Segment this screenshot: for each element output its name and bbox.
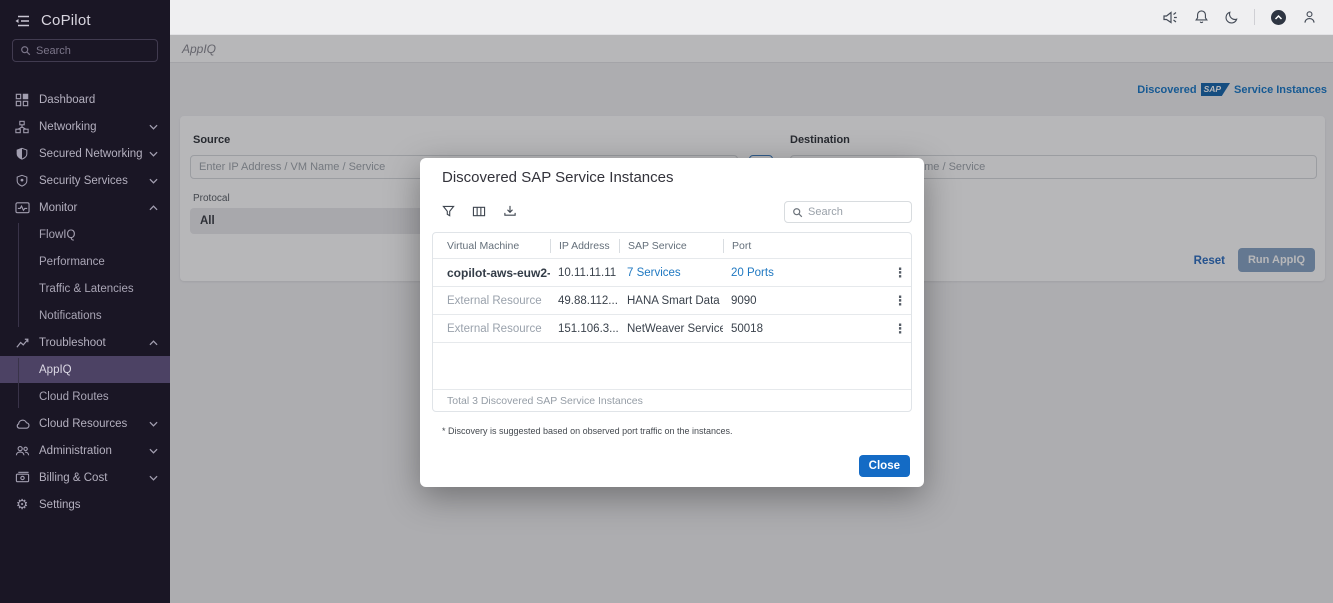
sap-service: HANA Smart Data Streaming <box>619 295 723 307</box>
close-button[interactable]: Close <box>859 455 910 477</box>
dashboard-icon <box>14 92 30 108</box>
troubleshoot-icon <box>14 335 30 351</box>
table-header-row: Virtual Machine IP Address SAP Service P… <box>433 233 911 259</box>
sidebar-item-performance[interactable]: Performance <box>0 248 170 275</box>
troubleshoot-subgroup: AppIQ Cloud Routes <box>0 356 170 410</box>
monitor-subgroup: FlowIQ Performance Traffic & Latencies N… <box>0 221 170 329</box>
sidebar-item-appiq[interactable]: AppIQ <box>0 356 170 383</box>
row-menu-icon[interactable]: ⋮ <box>889 322 911 335</box>
sidebar-item-secured-networking[interactable]: Secured Networking <box>0 140 170 167</box>
ports-link[interactable]: 20 Ports <box>723 267 889 279</box>
chevron-down-icon <box>149 124 158 130</box>
download-icon[interactable] <box>503 204 517 218</box>
sidebar-search <box>12 39 158 62</box>
sidebar-search-input[interactable] <box>36 45 150 57</box>
column-header-ip-address: IP Address <box>550 239 619 253</box>
notifications-bell-icon[interactable] <box>1194 9 1209 25</box>
port: 9090 <box>723 295 889 307</box>
chevron-down-icon <box>149 151 158 157</box>
cloud-icon <box>14 416 30 432</box>
table-footer: Total 3 Discovered SAP Service Instances <box>433 389 911 411</box>
table-row: External Resource 49.88.112... HANA Smar… <box>433 287 911 315</box>
vm-name: External Resource <box>447 323 550 335</box>
sidebar-item-cloud-routes[interactable]: Cloud Routes <box>0 383 170 410</box>
people-icon <box>14 443 30 459</box>
gear-icon: ⚙ <box>14 497 30 513</box>
column-header-virtual-machine: Virtual Machine <box>447 240 550 252</box>
sidebar-nav: Dashboard Networking Secured Networking … <box>0 86 170 518</box>
user-profile-icon[interactable] <box>1302 9 1317 25</box>
column-header-port: Port <box>723 239 889 253</box>
sidebar-item-cloud-resources[interactable]: Cloud Resources <box>0 410 170 437</box>
vm-name: External Resource <box>447 295 550 307</box>
table-row: copilot-aws-euw2-s2-h 10.11.11.11 7 Serv… <box>433 259 911 287</box>
vm-name: copilot-aws-euw2-s2-h <box>447 266 550 280</box>
search-icon <box>20 45 31 56</box>
top-header <box>170 0 1333 35</box>
search-icon <box>792 207 803 218</box>
billing-icon <box>14 470 30 486</box>
shield-dot-icon <box>14 173 30 189</box>
ip-address: 151.106.3... <box>550 323 619 335</box>
chevron-down-icon <box>149 448 158 454</box>
announcements-icon[interactable] <box>1162 10 1179 25</box>
sap-instances-table: Virtual Machine IP Address SAP Service P… <box>432 232 912 412</box>
chevron-down-icon <box>149 421 158 427</box>
sidebar-item-troubleshoot[interactable]: Troubleshoot <box>0 329 170 356</box>
ip-address: 10.11.11.11 <box>550 267 619 279</box>
row-menu-icon[interactable]: ⋮ <box>889 294 911 307</box>
monitor-icon <box>14 200 30 216</box>
table-empty-space <box>433 343 911 389</box>
header-divider <box>1254 9 1255 25</box>
sap-service: NetWeaver Services <box>619 323 723 335</box>
sidebar-item-networking[interactable]: Networking <box>0 113 170 140</box>
sidebar-collapse-icon[interactable] <box>14 13 31 29</box>
networking-icon <box>14 119 30 135</box>
discovery-note: * Discovery is suggested based on observ… <box>442 426 733 436</box>
chevron-up-icon <box>149 205 158 211</box>
sidebar-item-flowiq[interactable]: FlowIQ <box>0 221 170 248</box>
scroll-to-top-icon[interactable] <box>1270 9 1287 26</box>
chevron-down-icon <box>149 178 158 184</box>
shield-half-icon <box>14 146 30 162</box>
sidebar-item-dashboard[interactable]: Dashboard <box>0 86 170 113</box>
app-title: CoPilot <box>41 12 91 29</box>
discovered-sap-modal: Discovered SAP Service Instances Virtual… <box>420 158 924 487</box>
sidebar-item-monitor[interactable]: Monitor <box>0 194 170 221</box>
sidebar-item-notifications[interactable]: Notifications <box>0 302 170 329</box>
sidebar-item-traffic-latencies[interactable]: Traffic & Latencies <box>0 275 170 302</box>
services-link[interactable]: 7 Services <box>619 267 723 279</box>
port: 50018 <box>723 323 889 335</box>
filter-icon[interactable] <box>442 205 455 218</box>
columns-icon[interactable] <box>472 205 486 218</box>
modal-search-input[interactable] <box>808 206 904 218</box>
dark-mode-moon-icon[interactable] <box>1224 10 1239 25</box>
sidebar-item-administration[interactable]: Administration <box>0 437 170 464</box>
sidebar-item-settings[interactable]: ⚙ Settings <box>0 491 170 518</box>
modal-search <box>784 201 912 223</box>
table-row: External Resource 151.106.3... NetWeaver… <box>433 315 911 343</box>
modal-title: Discovered SAP Service Instances <box>442 169 674 186</box>
modal-toolbar <box>442 204 517 218</box>
sidebar-item-security-services[interactable]: Security Services <box>0 167 170 194</box>
sidebar-header: CoPilot <box>0 0 170 33</box>
chevron-down-icon <box>149 475 158 481</box>
ip-address: 49.88.112... <box>550 295 619 307</box>
sidebar: CoPilot Dashboard Networking Secured Net… <box>0 0 170 603</box>
sidebar-item-billing-cost[interactable]: Billing & Cost <box>0 464 170 491</box>
row-menu-icon[interactable]: ⋮ <box>889 266 911 279</box>
column-header-sap-service: SAP Service <box>619 239 723 253</box>
chevron-up-icon <box>149 340 158 346</box>
